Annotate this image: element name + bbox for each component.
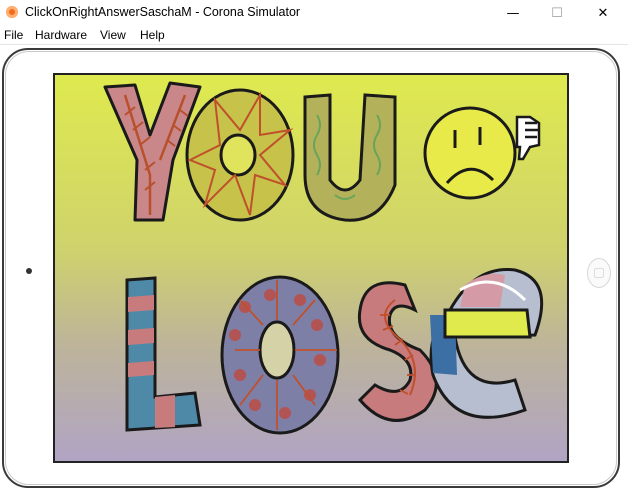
corona-app-icon — [6, 6, 18, 18]
letter-o-top — [185, 88, 295, 222]
letter-e — [429, 268, 544, 419]
menu-bar: File Hardware View Help — [0, 26, 628, 45]
minimize-button[interactable]: — — [490, 0, 536, 26]
you-lose-graphic — [103, 81, 544, 435]
menu-hardware[interactable]: Hardware — [35, 28, 87, 42]
letter-o-bottom — [220, 275, 340, 435]
menu-file[interactable]: File — [4, 28, 23, 42]
letter-l — [125, 276, 202, 432]
letter-u — [303, 93, 397, 222]
letter-s — [357, 281, 438, 422]
maximize-button[interactable]: ☐ — [534, 0, 580, 26]
window-titlebar[interactable]: ClickOnRightAnswerSaschaM - Corona Simul… — [0, 0, 628, 26]
camera-icon — [26, 268, 32, 274]
app-screen[interactable] — [53, 73, 569, 463]
home-button[interactable] — [587, 258, 611, 288]
thumbs-down-icon — [515, 115, 541, 161]
window-title: ClickOnRightAnswerSaschaM - Corona Simul… — [25, 5, 301, 19]
close-button[interactable]: ✕ — [580, 0, 626, 26]
menu-view[interactable]: View — [100, 28, 126, 42]
menu-help[interactable]: Help — [140, 28, 165, 42]
sad-face-icon — [423, 106, 517, 200]
